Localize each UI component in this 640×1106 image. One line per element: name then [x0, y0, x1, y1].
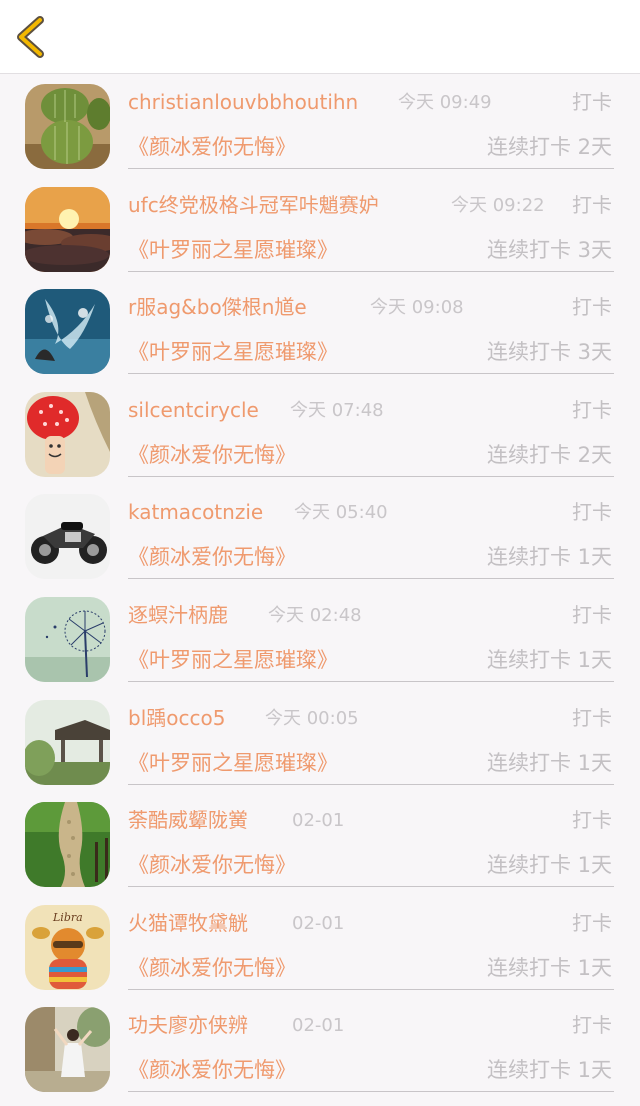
checkin-label: 打卡 [572, 705, 612, 730]
checkin-label: 打卡 [572, 602, 612, 627]
book-title[interactable]: 《叶罗丽之星愿璀璨》 [128, 235, 338, 265]
list-item[interactable]: ufc终党极格斗冠军咔魈赛妒 今天 09:22 打卡 《叶罗丽之星愿璀璨》 连续… [0, 177, 640, 280]
avatar[interactable]: Libra [25, 904, 110, 990]
streak-text: 连续打卡 1天 [486, 853, 612, 878]
user-name[interactable]: r服ag&bo傑根n馗e [128, 292, 307, 322]
checkin-label: 打卡 [572, 90, 612, 114]
list-item[interactable]: christianlouvbbhoutihn 今天 09:49 打卡 《颜冰爱你… [0, 74, 640, 177]
row-divider [128, 988, 614, 990]
user-name[interactable]: 火猫谭牧黛觥 [128, 908, 248, 938]
checkin-time: 今天 02:48 [268, 604, 362, 626]
checkin-time: 今天 05:40 [294, 502, 388, 524]
checkin-time: 02-01 [292, 810, 345, 832]
book-title[interactable]: 《颜冰爱你无悔》 [128, 850, 296, 880]
avatar[interactable] [25, 186, 110, 272]
checkin-label: 打卡 [572, 192, 612, 217]
checkin-time: 02-01 [292, 1015, 345, 1037]
list-item[interactable]: 功夫廖亦侠辨 02-01 打卡 《颜冰爱你无悔》 连续打卡 1天 [0, 997, 640, 1100]
checkin-label: 打卡 [572, 397, 612, 422]
book-title[interactable]: 《颜冰爱你无悔》 [128, 542, 296, 572]
avatar[interactable] [25, 596, 110, 682]
streak-text: 连续打卡 1天 [486, 1058, 612, 1083]
list-item[interactable]: 荼酷威颦陇黉 02-01 打卡 《颜冰爱你无悔》 连续打卡 1天 [0, 792, 640, 895]
row-divider [128, 1091, 614, 1093]
list-item[interactable]: Libra 火猫谭牧黛觥 02-01 打卡 《颜冰爱你无悔》 连续打卡 1天 [0, 895, 640, 998]
checkin-label: 打卡 [572, 1013, 612, 1038]
streak-text: 连续打卡 2天 [486, 442, 612, 467]
row-divider [128, 168, 614, 169]
checkin-time: 今天 09:08 [370, 297, 464, 319]
user-name[interactable]: 功夫廖亦侠辨 [128, 1010, 248, 1040]
book-title[interactable]: 《叶罗丽之星愿璀璨》 [128, 645, 338, 675]
checkin-time: 今天 00:05 [265, 707, 359, 729]
avatar[interactable] [25, 699, 110, 785]
book-title[interactable]: 《颜冰爱你无悔》 [128, 953, 296, 983]
row-divider [128, 270, 614, 272]
user-name[interactable]: 荼酷威颦陇黉 [128, 805, 248, 835]
checkin-time: 02-01 [292, 912, 345, 934]
list-item[interactable]: 逐螟汁柄鹿 今天 02:48 打卡 《叶罗丽之星愿璀璨》 连续打卡 1天 [0, 587, 640, 690]
row-divider [128, 680, 614, 682]
checkin-time: 今天 09:22 [451, 194, 545, 216]
user-name[interactable]: bl踽occo5 [128, 703, 225, 733]
streak-text: 连续打卡 3天 [486, 237, 612, 262]
streak-text: 连续打卡 1天 [486, 545, 612, 570]
streak-text: 连续打卡 2天 [486, 135, 612, 159]
avatar[interactable] [25, 84, 110, 169]
row-divider [128, 373, 614, 375]
back-button[interactable] [12, 14, 52, 60]
user-name[interactable]: ufc终党极格斗冠军咔魈赛妒 [128, 190, 379, 220]
avatar[interactable] [25, 391, 110, 477]
row-divider [128, 783, 614, 785]
list-item[interactable]: r服ag&bo傑根n馗e 今天 09:08 打卡 《叶罗丽之星愿璀璨》 连续打卡… [0, 279, 640, 382]
streak-text: 连续打卡 1天 [486, 955, 612, 980]
user-name[interactable]: christianlouvbbhoutihn [128, 87, 358, 117]
streak-text: 连续打卡 1天 [486, 647, 612, 672]
user-name[interactable]: silcentcirycle [128, 395, 259, 425]
checkin-label: 打卡 [572, 910, 612, 935]
checkin-label: 打卡 [572, 295, 612, 320]
user-name[interactable]: 逐螟汁柄鹿 [128, 600, 228, 630]
checkin-time: 今天 09:49 [398, 92, 492, 113]
book-title[interactable]: 《叶罗丽之星愿璀璨》 [128, 337, 338, 367]
row-divider [128, 886, 614, 888]
list-item[interactable]: silcentcirycle 今天 07:48 打卡 《颜冰爱你无悔》 连续打卡… [0, 382, 640, 485]
svg-text:Libra: Libra [52, 911, 83, 924]
row-divider [128, 578, 614, 580]
avatar[interactable] [25, 494, 110, 580]
checkin-list: christianlouvbbhoutihn 今天 09:49 打卡 《颜冰爱你… [0, 74, 640, 1100]
avatar[interactable] [25, 802, 110, 888]
avatar[interactable] [25, 1007, 110, 1093]
checkin-label: 打卡 [572, 500, 612, 525]
checkin-time: 今天 07:48 [290, 399, 384, 421]
avatar[interactable] [25, 289, 110, 375]
book-title[interactable]: 《叶罗丽之星愿璀璨》 [128, 748, 338, 778]
user-name[interactable]: katmacotnzie [128, 497, 263, 527]
nav-bar [0, 0, 640, 74]
list-item[interactable]: katmacotnzie 今天 05:40 打卡 《颜冰爱你无悔》 连续打卡 1… [0, 484, 640, 587]
row-divider [128, 475, 614, 477]
streak-text: 连续打卡 1天 [486, 750, 612, 775]
book-title[interactable]: 《颜冰爱你无悔》 [128, 440, 296, 470]
book-title[interactable]: 《颜冰爱你无悔》 [128, 1055, 296, 1085]
book-title[interactable]: 《颜冰爱你无悔》 [128, 132, 296, 162]
checkin-label: 打卡 [572, 808, 612, 833]
list-item[interactable]: bl踽occo5 今天 00:05 打卡 《叶罗丽之星愿璀璨》 连续打卡 1天 [0, 690, 640, 793]
chevron-left-icon [17, 16, 44, 58]
streak-text: 连续打卡 3天 [486, 340, 612, 365]
